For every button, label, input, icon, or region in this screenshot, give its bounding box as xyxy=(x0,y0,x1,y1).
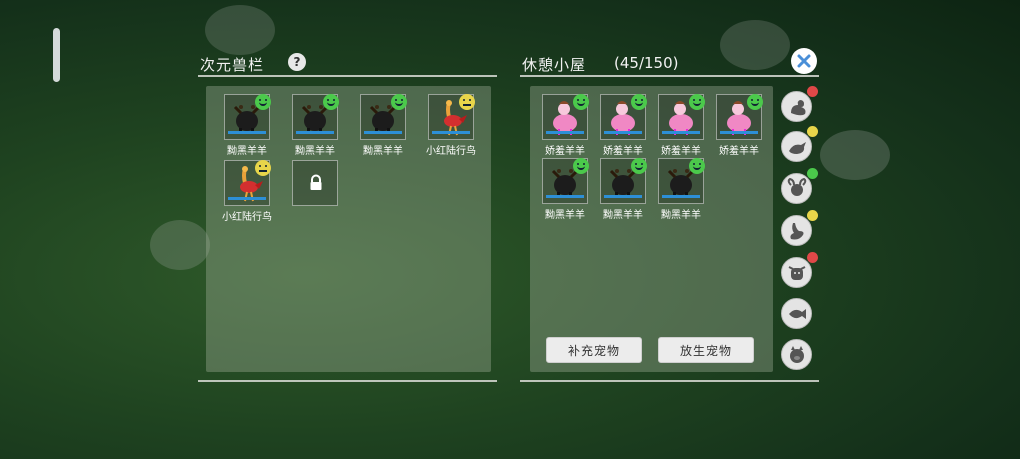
lock-icon xyxy=(310,174,322,190)
bird-icon xyxy=(789,142,806,154)
mood-meh-icon xyxy=(255,160,271,176)
stamina-bar xyxy=(662,195,700,198)
stamina-bar xyxy=(296,131,334,134)
mood-happy-icon xyxy=(573,94,589,110)
mood-happy-icon xyxy=(747,94,763,110)
fish-icon xyxy=(789,309,806,319)
house-slot[interactable] xyxy=(542,158,589,204)
pet-name: 小红陆行鸟 xyxy=(426,146,476,157)
beast-pen-title: 次元兽栏 xyxy=(200,56,265,74)
capacity-count: (45/150) xyxy=(614,54,679,72)
category-filter-duck[interactable] xyxy=(781,86,818,122)
pen-slot[interactable] xyxy=(292,94,339,140)
house-slot[interactable] xyxy=(600,94,647,140)
help-button[interactable]: ? xyxy=(288,53,306,71)
stamina-bar xyxy=(546,195,584,198)
pet-name: 小红陆行鸟 xyxy=(222,212,272,223)
mood-happy-icon xyxy=(689,94,705,110)
stamina-bar xyxy=(720,131,758,134)
divider xyxy=(198,75,497,77)
stamina-bar xyxy=(604,195,642,198)
pen-slot[interactable] xyxy=(224,160,271,206)
divider xyxy=(520,75,819,77)
stamina-bar xyxy=(228,197,266,200)
mood-happy-icon xyxy=(807,168,818,179)
divider xyxy=(198,380,497,382)
house-slot[interactable] xyxy=(600,158,647,204)
mood-happy-icon xyxy=(631,158,647,174)
pet-name: 娇羞羊羊 xyxy=(719,146,759,157)
mood-happy-icon xyxy=(255,94,271,110)
house-slot[interactable] xyxy=(658,94,705,140)
pig-icon xyxy=(790,346,804,363)
category-filter-cow[interactable] xyxy=(781,252,818,288)
stamina-bar xyxy=(662,131,700,134)
category-filter-ostrich[interactable] xyxy=(781,210,818,246)
locked-slot[interactable] xyxy=(292,160,338,206)
close-icon xyxy=(797,54,811,68)
background-rock xyxy=(720,20,790,70)
mood-happy-icon xyxy=(323,94,339,110)
stamina-bar xyxy=(604,131,642,134)
pen-slot[interactable] xyxy=(360,94,407,140)
stamina-bar xyxy=(228,131,266,134)
pet-name: 黝黑羊羊 xyxy=(661,210,701,221)
category-filter-pig[interactable] xyxy=(781,339,812,370)
mood-meh-icon xyxy=(807,210,818,221)
replenish-pet-button[interactable]: 补充宠物 xyxy=(546,337,642,363)
cow-icon xyxy=(788,266,806,280)
mood-meh-icon xyxy=(459,94,475,110)
background-rock xyxy=(205,5,275,55)
stamina-bar xyxy=(364,131,402,134)
pet-name: 黝黑羊羊 xyxy=(227,146,267,157)
background-rock xyxy=(150,220,210,270)
side-menu-handle[interactable] xyxy=(53,28,60,82)
close-button[interactable] xyxy=(791,48,817,74)
pet-name: 黝黑羊羊 xyxy=(363,146,403,157)
category-filter-fish[interactable] xyxy=(781,298,812,329)
mood-happy-icon xyxy=(573,158,589,174)
pen-slot[interactable] xyxy=(224,94,271,140)
mood-happy-icon xyxy=(391,94,407,110)
release-pet-button[interactable]: 放生宠物 xyxy=(658,337,754,363)
mood-sad-icon xyxy=(807,86,818,97)
house-slot[interactable] xyxy=(542,94,589,140)
divider xyxy=(520,380,819,382)
mood-sad-icon xyxy=(807,252,818,263)
category-filter-bird[interactable] xyxy=(781,126,818,162)
rest-house-title: 休憩小屋 xyxy=(522,56,587,74)
ostrich-icon xyxy=(790,223,804,240)
stamina-bar xyxy=(546,131,584,134)
stamina-bar xyxy=(432,131,470,134)
house-slot[interactable] xyxy=(716,94,763,140)
house-slot[interactable] xyxy=(658,158,705,204)
pet-name: 黝黑羊羊 xyxy=(295,146,335,157)
pen-slot[interactable] xyxy=(428,94,475,140)
mood-happy-icon xyxy=(689,158,705,174)
mood-happy-icon xyxy=(631,94,647,110)
ram-icon xyxy=(787,177,807,196)
mood-meh-icon xyxy=(807,126,818,137)
category-filter-ram[interactable] xyxy=(781,168,818,204)
background-rock xyxy=(820,130,890,180)
duck-icon xyxy=(791,100,806,116)
